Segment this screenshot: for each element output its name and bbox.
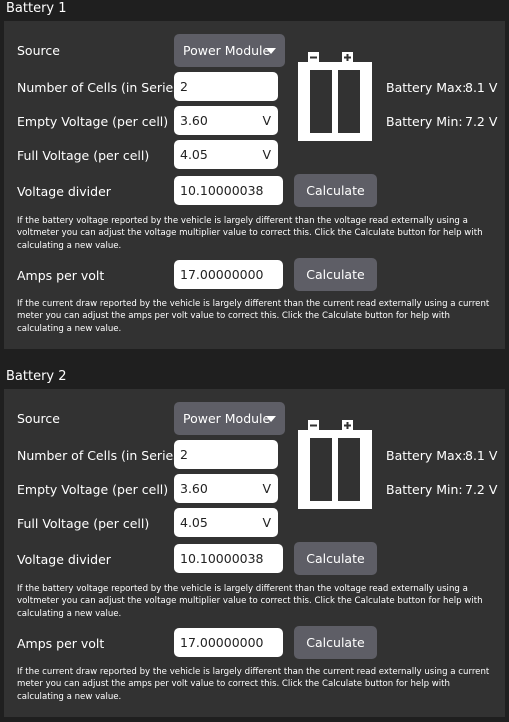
voltage-divider-value: 10.10000038 [180, 183, 264, 198]
battery-max-label: Battery Max: [386, 448, 467, 463]
amps-per-volt-label: Amps per volt [17, 268, 105, 283]
full-voltage-unit: V [262, 147, 271, 162]
source-value: Power Module [183, 411, 271, 426]
empty-voltage-unit: V [262, 481, 271, 496]
battery-min-value: 7.2 V [465, 114, 498, 129]
battery-min-value: 7.2 V [465, 482, 498, 497]
amps-per-volt-help: If the current draw reported by the vehi… [17, 667, 490, 702]
calculate-amps-button[interactable]: Calculate [294, 258, 377, 291]
calculate-voltage-button[interactable]: Calculate [294, 174, 377, 207]
amps-per-volt-help: If the current draw reported by the vehi… [17, 299, 490, 334]
cells-value: 2 [180, 447, 188, 462]
voltage-divider-input[interactable]: 10.10000038 [174, 176, 283, 205]
cells-input[interactable]: 2 [174, 72, 278, 101]
full-voltage-input[interactable]: 4.05 V [174, 508, 278, 537]
chevron-down-icon [266, 48, 276, 54]
amps-per-volt-input[interactable]: 17.00000000 [174, 628, 283, 657]
battery-min-label: Battery Min: [386, 114, 463, 129]
source-dropdown[interactable]: Power Module [174, 402, 285, 435]
empty-voltage-label: Empty Voltage (per cell) [17, 482, 169, 497]
voltage-divider-help: If the battery voltage reported by the v… [17, 216, 483, 251]
battery-icon [298, 52, 372, 141]
calculate-amps-button[interactable]: Calculate [294, 626, 377, 659]
empty-voltage-input[interactable]: 3.60 V [174, 106, 278, 135]
full-voltage-label: Full Voltage (per cell) [17, 148, 150, 163]
amps-per-volt-input[interactable]: 17.00000000 [174, 260, 283, 289]
full-voltage-unit: V [262, 515, 271, 530]
empty-voltage-unit: V [262, 113, 271, 128]
empty-voltage-value: 3.60 [180, 113, 208, 128]
voltage-divider-label: Voltage divider [17, 184, 111, 199]
amps-per-volt-label: Amps per volt [17, 636, 105, 651]
voltage-divider-value: 10.10000038 [180, 551, 264, 566]
battery-max-label: Battery Max: [386, 80, 467, 95]
battery-max-value: 8.1 V [465, 448, 498, 463]
battery-2-panel: Source Power Module Number of Cells (in … [4, 389, 505, 717]
source-dropdown[interactable]: Power Module [174, 34, 285, 67]
section-title: Battery 1 [6, 1, 67, 16]
voltage-divider-help: If the battery voltage reported by the v… [17, 584, 483, 619]
calculate-voltage-button[interactable]: Calculate [294, 542, 377, 575]
full-voltage-value: 4.05 [180, 147, 208, 162]
source-label: Source [17, 411, 60, 426]
cells-label: Number of Cells (in Series) [17, 448, 185, 463]
source-label: Source [17, 43, 60, 58]
voltage-divider-input[interactable]: 10.10000038 [174, 544, 283, 573]
empty-voltage-value: 3.60 [180, 481, 208, 496]
voltage-divider-label: Voltage divider [17, 552, 111, 567]
empty-voltage-label: Empty Voltage (per cell) [17, 114, 169, 129]
chevron-down-icon [266, 416, 276, 422]
empty-voltage-input[interactable]: 3.60 V [174, 474, 278, 503]
battery-max-value: 8.1 V [465, 80, 498, 95]
amps-per-volt-value: 17.00000000 [180, 635, 264, 650]
cells-input[interactable]: 2 [174, 440, 278, 469]
full-voltage-label: Full Voltage (per cell) [17, 516, 150, 531]
cells-value: 2 [180, 79, 188, 94]
cells-label: Number of Cells (in Series) [17, 80, 185, 95]
full-voltage-input[interactable]: 4.05 V [174, 140, 278, 169]
battery-icon [298, 420, 372, 509]
source-value: Power Module [183, 43, 271, 58]
amps-per-volt-value: 17.00000000 [180, 267, 264, 282]
battery-min-label: Battery Min: [386, 482, 463, 497]
full-voltage-value: 4.05 [180, 515, 208, 530]
battery-1-panel: Source Power Module Number of Cells (in … [4, 21, 505, 349]
section-title: Battery 2 [6, 369, 67, 384]
